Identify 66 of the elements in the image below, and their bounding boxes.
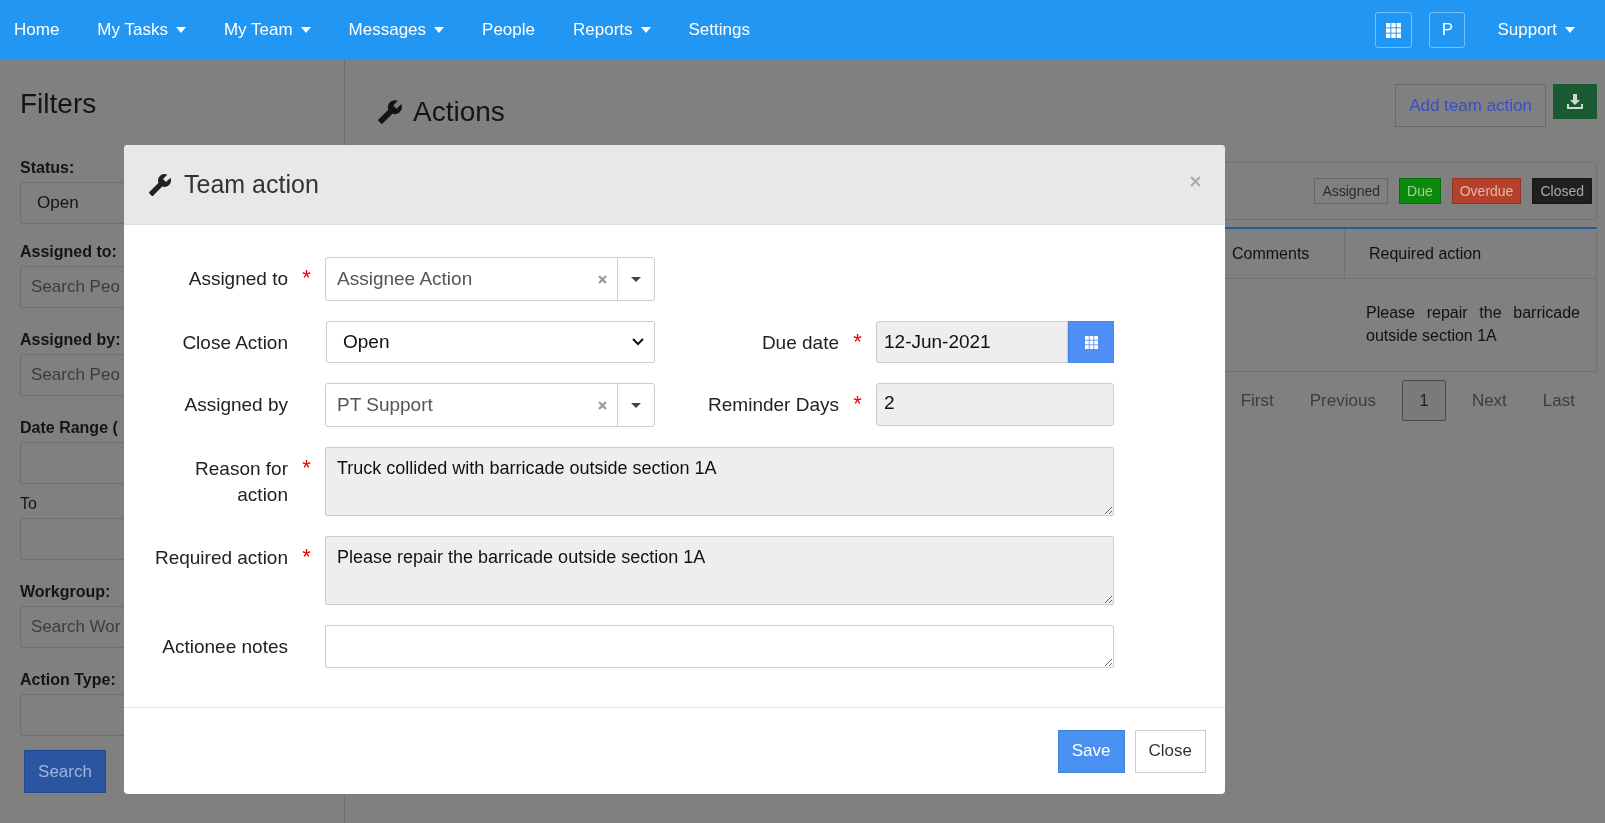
field-label: Assigned by bbox=[184, 393, 288, 417]
nav-link[interactable]: Home bbox=[0, 0, 74, 60]
date-field[interactable]: 12-Jun-2021 bbox=[876, 321, 1068, 363]
close-icon bbox=[1190, 176, 1201, 187]
field-label: Assigned by: bbox=[20, 330, 121, 350]
page-button[interactable]: Previous bbox=[1293, 380, 1392, 421]
field-label: Date Range ( bbox=[20, 418, 118, 438]
column-header: Required action bbox=[1344, 229, 1596, 278]
filters-title: Filters bbox=[20, 87, 98, 121]
page-title: Actions bbox=[413, 95, 505, 129]
field-label: Reason for action bbox=[194, 457, 288, 507]
caret-icon bbox=[631, 276, 641, 282]
user-button[interactable]: P bbox=[1429, 12, 1466, 48]
status-badge: Overdue bbox=[1451, 178, 1522, 204]
clear-icon bbox=[598, 274, 607, 284]
page-button[interactable]: Last bbox=[1526, 380, 1591, 421]
table-cell-text: Please repair the barricade outside section 1A bbox=[1365, 303, 1581, 346]
grid-icon bbox=[1084, 335, 1098, 349]
save-button[interactable]: Save bbox=[1057, 729, 1125, 773]
nav-link[interactable]: My Team bbox=[209, 0, 325, 60]
nav-link[interactable]: Messages bbox=[334, 0, 459, 60]
chevron-down-icon bbox=[632, 338, 644, 346]
nav-link[interactable]: People bbox=[468, 0, 549, 60]
column-header: Comments bbox=[1231, 243, 1311, 264]
field-label: Workgroup: bbox=[20, 582, 111, 602]
nav-link[interactable]: Support bbox=[1497, 17, 1575, 43]
field-label: Status: bbox=[20, 158, 75, 178]
required-asterisk: * bbox=[302, 546, 311, 571]
status-badge: Closed bbox=[1532, 178, 1592, 204]
apps-button[interactable] bbox=[1375, 12, 1413, 48]
select-field[interactable]: Open bbox=[326, 321, 655, 363]
field-label: Required action bbox=[154, 546, 288, 570]
required-asterisk: * bbox=[302, 457, 311, 482]
required-asterisk: * bbox=[853, 393, 862, 418]
grid-icon bbox=[1386, 22, 1402, 38]
field-label: Close Action bbox=[182, 331, 288, 355]
required-asterisk: * bbox=[302, 267, 311, 292]
page-button[interactable]: First bbox=[1224, 380, 1290, 421]
calendar-button[interactable] bbox=[1068, 321, 1114, 363]
nav-link[interactable]: My Tasks bbox=[83, 0, 200, 60]
wrench-icon bbox=[148, 172, 172, 197]
nav-link[interactable]: Settings bbox=[674, 0, 764, 60]
field-label: Due date bbox=[761, 331, 839, 355]
close-button[interactable]: Close bbox=[1134, 729, 1206, 773]
page-button[interactable]: Next bbox=[1455, 380, 1523, 421]
field-label: Assigned to: bbox=[20, 242, 117, 262]
clear-icon bbox=[598, 400, 607, 410]
status-badge: Assigned bbox=[1314, 178, 1388, 204]
select-field[interactable]: Assignee Action bbox=[325, 257, 655, 301]
text-field[interactable]: 2 bbox=[876, 383, 1114, 426]
search-button[interactable]: Search bbox=[24, 750, 106, 793]
required-asterisk: * bbox=[853, 331, 862, 356]
download-button[interactable] bbox=[1553, 84, 1597, 119]
select-field[interactable]: PT Support bbox=[325, 383, 655, 427]
field-label: Reminder Days bbox=[708, 393, 839, 417]
field-label: To bbox=[20, 494, 37, 514]
caret-icon bbox=[631, 402, 641, 408]
nav-link[interactable]: Reports bbox=[559, 0, 665, 60]
add-team-action-button[interactable]: Add team action bbox=[1395, 84, 1546, 127]
page-button[interactable]: 1 bbox=[1401, 380, 1446, 421]
text-area[interactable]: Truck collided with barricade outside section 1A bbox=[325, 447, 1114, 516]
text-area[interactable]: Please repair the barricade outside section 1A bbox=[325, 536, 1114, 605]
wrench-icon bbox=[377, 99, 403, 125]
status-badge: Due bbox=[1399, 178, 1441, 204]
download-icon bbox=[1567, 94, 1583, 109]
field-label: Action Type: bbox=[20, 670, 116, 690]
